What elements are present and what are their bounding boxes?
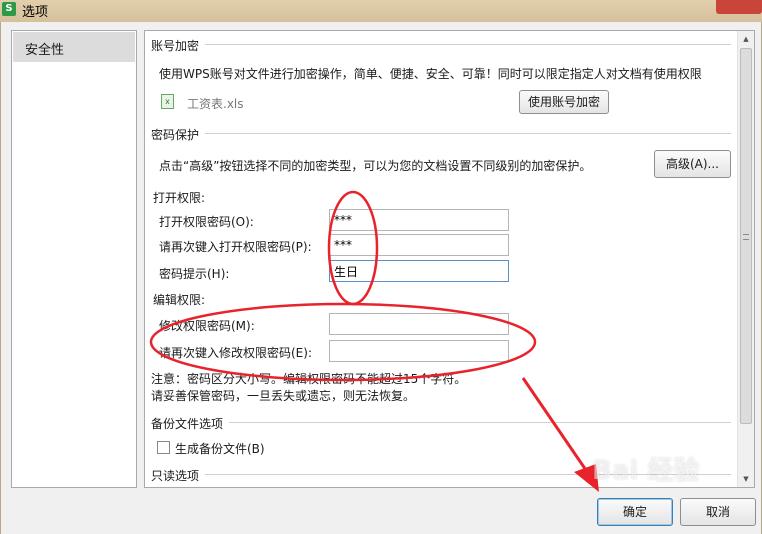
scroll-down-arrow-icon[interactable]: ▼ <box>738 471 754 487</box>
scroll-grip-icon <box>743 234 749 240</box>
window-title: 选项 <box>22 5 49 20</box>
edit-confirm-label: 请再次键入修改权限密码(E): <box>159 346 312 360</box>
title-bar[interactable]: S 选项 <box>0 0 762 22</box>
category-list: 安全性 <box>11 30 137 488</box>
backup-checkbox-label[interactable]: 生成备份文件(B) <box>175 440 265 457</box>
section-title-backup: 备份文件选项 <box>151 417 224 431</box>
account-description: 使用WPS账号对文件进行加密操作，简单、便捷、安全、可靠！同时可以限定指定人对文… <box>159 67 702 81</box>
password-description: 点击“高级”按钮选择不同的加密类型，可以为您的文档设置不同级别的加密保护。 <box>159 159 592 173</box>
wps-app-icon: S <box>2 2 16 16</box>
password-hint-label: 密码提示(H): <box>159 267 230 281</box>
password-note-1: 注意：密码区分大小写。编辑权限密码不能超过15个字符。 <box>151 372 467 386</box>
password-note-2: 请妥善保管密码，一旦丢失或遗忘，则无法恢复。 <box>151 389 416 403</box>
password-hint-field[interactable] <box>329 260 509 282</box>
spreadsheet-file-icon: x <box>161 94 174 109</box>
close-button[interactable] <box>716 0 762 14</box>
open-permission-heading: 打开权限: <box>153 191 206 205</box>
section-title-readonly: 只读选项 <box>151 469 200 483</box>
file-name: 工资表.xls <box>187 97 244 111</box>
edit-password-field[interactable] <box>329 313 509 335</box>
vertical-scrollbar[interactable]: ▲ ▼ <box>737 31 754 487</box>
open-confirm-label: 请再次键入打开权限密码(P): <box>159 240 312 254</box>
account-encrypt-button[interactable]: 使用账号加密 <box>519 90 609 114</box>
edit-password-label: 修改权限密码(M): <box>159 319 255 333</box>
options-dialog: S 选项 安全性 账号加密 使用WPS账号对文件进行加密操作，简单、便捷、安全、… <box>0 0 762 534</box>
open-password-label: 打开权限密码(O): <box>159 215 254 229</box>
section-title-account: 账号加密 <box>151 39 200 53</box>
settings-panel: 账号加密 使用WPS账号对文件进行加密操作，简单、便捷、安全、可靠！同时可以限定… <box>144 30 755 488</box>
cancel-button[interactable]: 取消 <box>680 498 756 526</box>
section-title-password: 密码保护 <box>151 128 200 142</box>
scroll-up-arrow-icon[interactable]: ▲ <box>738 31 754 47</box>
scrollbar-thumb[interactable] <box>740 48 752 424</box>
section-divider <box>205 44 731 45</box>
ok-button[interactable]: 确定 <box>597 498 673 526</box>
backup-checkbox[interactable] <box>157 441 170 454</box>
advanced-button[interactable]: 高级(A)... <box>654 150 731 178</box>
edit-permission-heading: 编辑权限: <box>153 293 206 307</box>
open-confirm-field[interactable] <box>329 234 509 256</box>
sidebar-item-security[interactable]: 安全性 <box>13 32 135 62</box>
open-password-field[interactable] <box>329 209 509 231</box>
section-divider <box>205 133 731 134</box>
baidu-watermark: Bai 经验 <box>592 456 700 486</box>
section-divider <box>229 422 731 423</box>
edit-confirm-field[interactable] <box>329 340 509 362</box>
